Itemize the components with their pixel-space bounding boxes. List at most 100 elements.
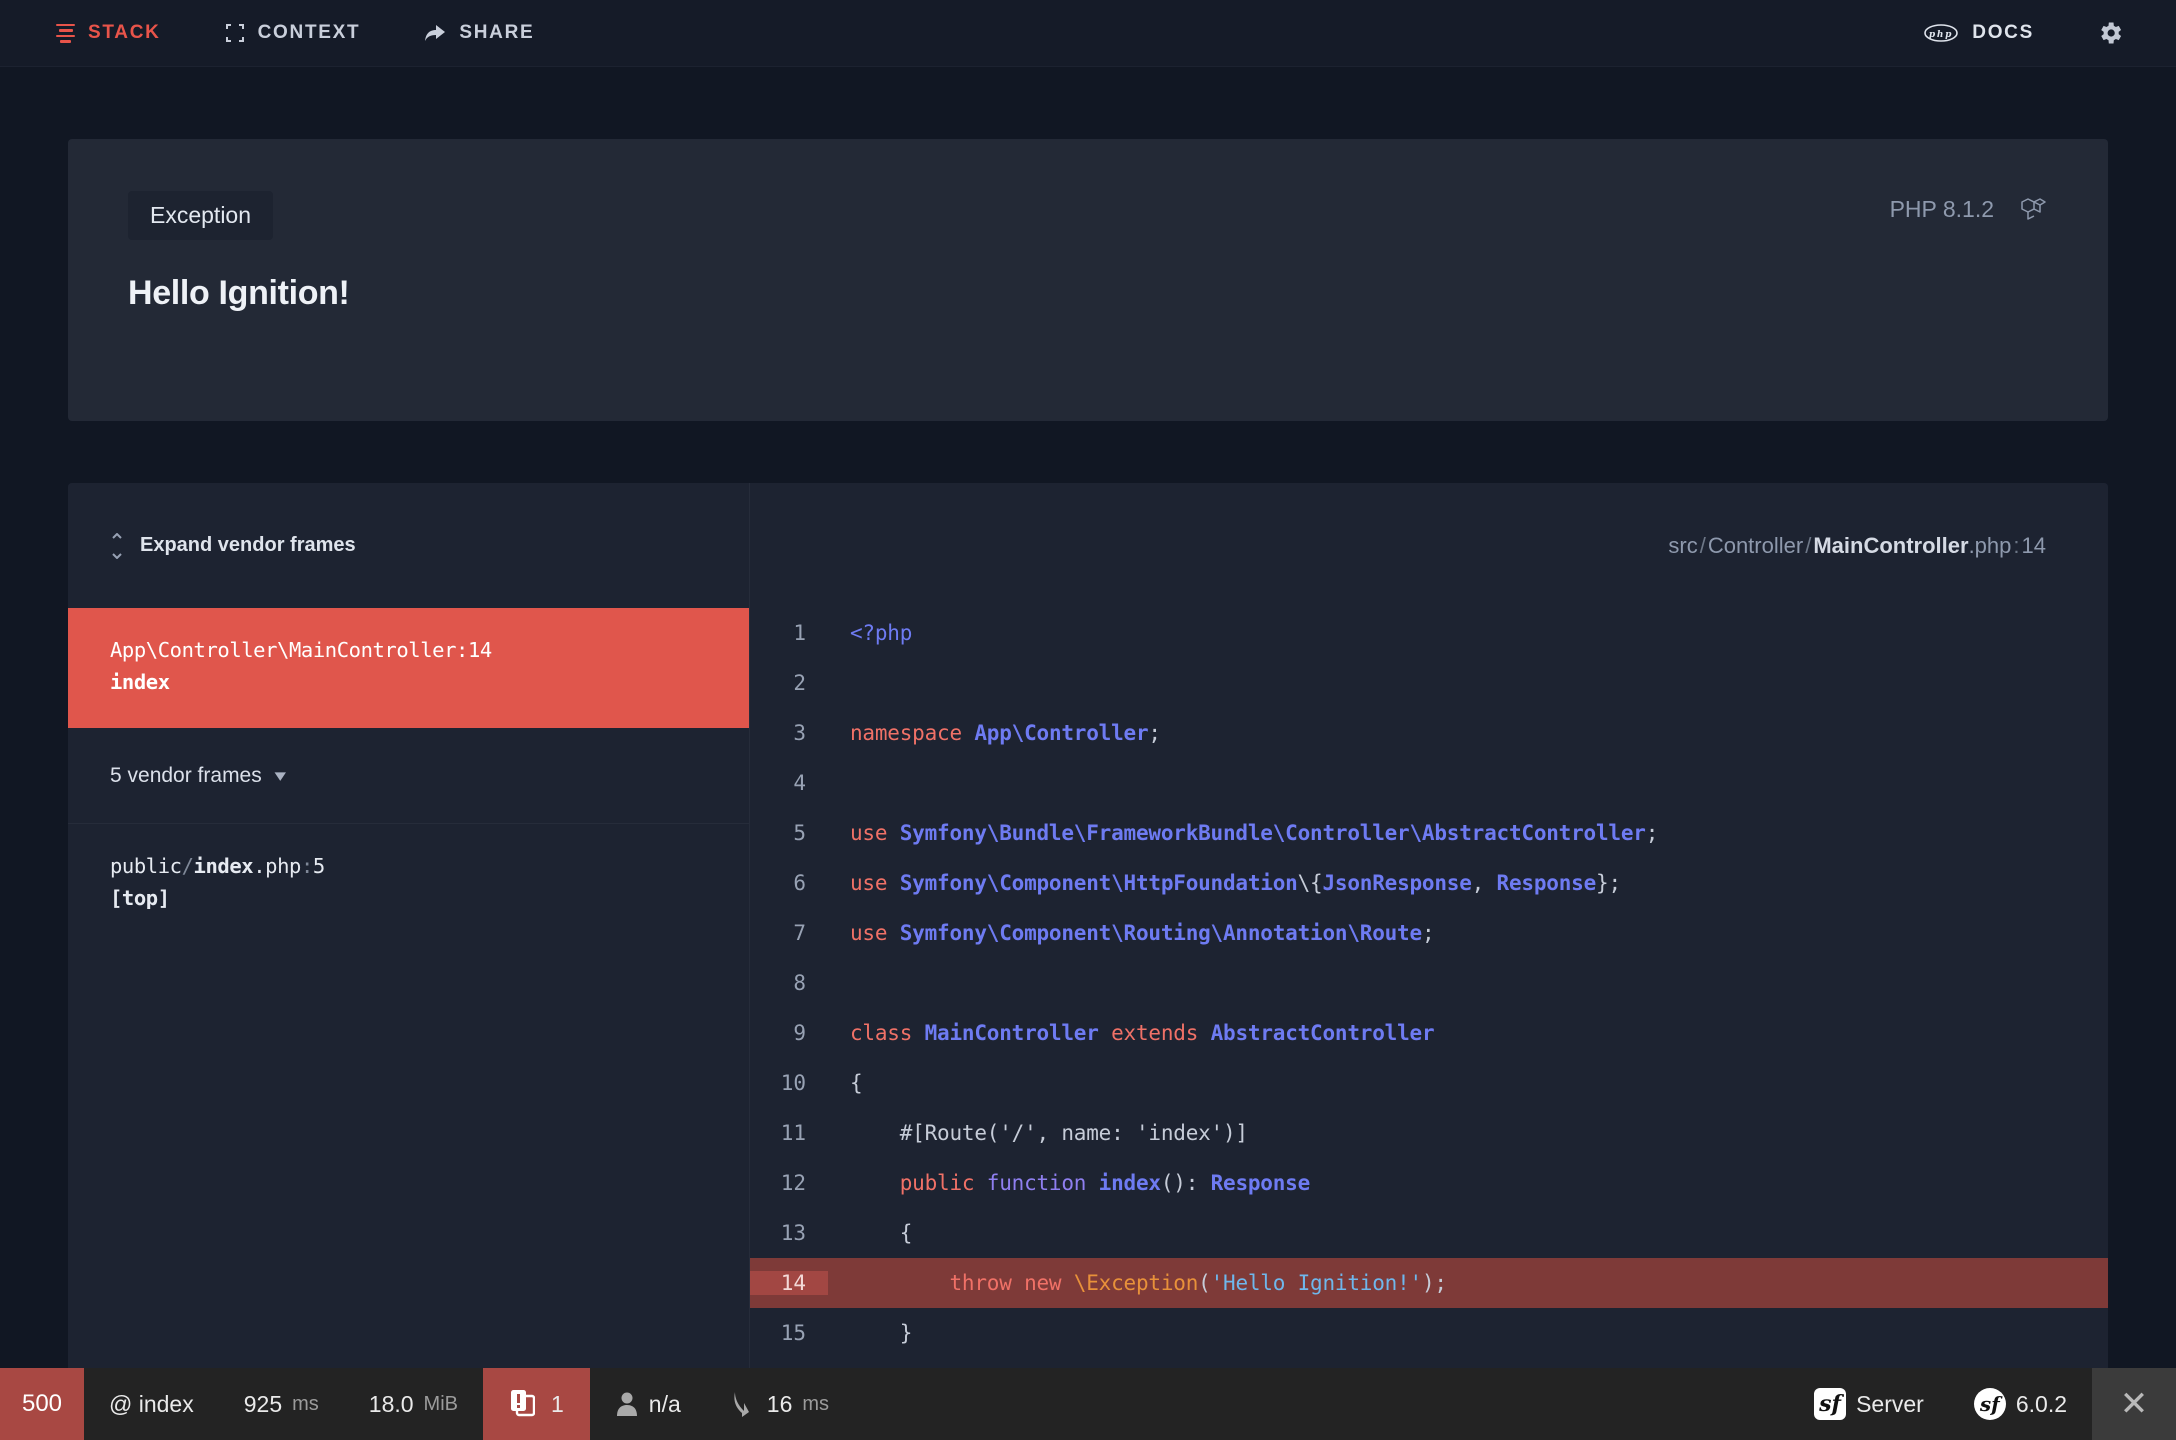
nav-tab-context-label: CONTEXT: [258, 22, 361, 44]
code-token: ():: [1161, 1171, 1211, 1195]
vendor-frames-group-toggle[interactable]: 5 vendor frames ▾: [68, 728, 749, 824]
up-down-chevron-icon: [110, 533, 124, 559]
code-line: 9class MainController extends AbstractCo…: [750, 1008, 2108, 1058]
source-code-listing[interactable]: 1<?php23namespace App\Controller;45use S…: [750, 608, 2108, 1393]
breadcrumb[interactable]: src/Controller/MainController.php:14: [1668, 533, 2046, 559]
code-token: public: [850, 1171, 987, 1195]
code-line-text: {: [828, 1221, 912, 1245]
exception-type-badge: Exception: [128, 191, 273, 240]
code-token: #[Route('/', name: 'index')]: [850, 1121, 1248, 1145]
code-token: Symfony\Component\HttpFoundation: [900, 871, 1298, 895]
source-file-breadcrumb-row: src/Controller/MainController.php:14: [750, 483, 2108, 608]
stack-frame-public-index[interactable]: public/index.php:5 [top]: [68, 824, 749, 944]
code-token: index: [1099, 1171, 1161, 1195]
expand-vendor-frames-label: Expand vendor frames: [140, 534, 356, 557]
stack-frame-function: index: [110, 670, 707, 694]
stack-frame-path: public/index.php:5: [110, 854, 707, 878]
chevron-down-icon: ▾: [274, 766, 286, 786]
error-count: 1: [551, 1391, 564, 1418]
close-toolbar-button[interactable]: ✕: [2092, 1368, 2176, 1440]
docs-link[interactable]: php DOCS: [1924, 22, 2034, 44]
debug-status-bar: 500 @ index 925 ms 18.0 MiB 1 n/a: [0, 1368, 2176, 1440]
hook-value: 16: [767, 1391, 793, 1418]
code-line-text: public function index(): Response: [828, 1171, 1310, 1195]
code-line: 4: [750, 758, 2108, 808]
nav-tab-stack-label: STACK: [88, 22, 161, 44]
code-line-text: {: [828, 1071, 862, 1095]
code-line-text: namespace App\Controller;: [828, 721, 1161, 745]
nav-right-group: php DOCS: [1924, 19, 2124, 47]
code-token: MainController: [925, 1021, 1099, 1045]
stack-frame-app-maincontroller[interactable]: App\Controller\MainController:14 index: [68, 608, 749, 728]
stack-frame-function: [top]: [110, 886, 707, 910]
breadcrumb-sep: :: [2013, 533, 2019, 558]
vendor-frames-label: 5 vendor frames: [110, 764, 262, 788]
status-hook[interactable]: 16 ms: [706, 1368, 854, 1440]
code-line: 5use Symfony\Bundle\FrameworkBundle\Cont…: [750, 808, 2108, 858]
main-content-split: Expand vendor frames App\Controller\Main…: [68, 483, 2108, 1393]
code-line-text: use Symfony\Component\Routing\Annotation…: [828, 921, 1434, 945]
svg-text:php: php: [1929, 30, 1953, 40]
user-value: n/a: [649, 1391, 681, 1418]
code-token: ;: [1646, 821, 1658, 845]
code-line: 15 }: [750, 1308, 2108, 1358]
nav-tab-context[interactable]: CONTEXT: [225, 22, 361, 44]
status-code-badge[interactable]: 500: [0, 1368, 84, 1440]
code-token: throw new: [850, 1271, 1074, 1295]
code-line-text: use Symfony\Component\HttpFoundation\{Js…: [828, 871, 1621, 895]
source-code-column: src/Controller/MainController.php:14 1<?…: [750, 483, 2108, 1393]
breadcrumb-sep: /: [1805, 533, 1811, 558]
breadcrumb-file: MainController: [1813, 533, 1968, 558]
code-token: function: [987, 1171, 1099, 1195]
code-line-number: 6: [750, 871, 828, 895]
code-token: 'Hello Ignition!': [1211, 1271, 1422, 1295]
status-server[interactable]: sf Server: [1789, 1368, 1949, 1440]
status-memory[interactable]: 18.0 MiB: [344, 1368, 483, 1440]
status-version[interactable]: sf 6.0.2: [1949, 1368, 2092, 1440]
status-route[interactable]: @ index: [84, 1368, 219, 1440]
code-line: 2: [750, 658, 2108, 708]
status-duration[interactable]: 925 ms: [219, 1368, 344, 1440]
symfony-square-icon: sf: [1814, 1388, 1846, 1420]
exclamation-pages-icon: [509, 1389, 535, 1419]
code-token: Symfony\Bundle\FrameworkBundle\Controlle…: [900, 821, 1646, 845]
code-line-number: 11: [750, 1121, 828, 1145]
code-line-number: 2: [750, 671, 828, 695]
code-line: 6use Symfony\Component\HttpFoundation\{J…: [750, 858, 2108, 908]
code-line: 13 {: [750, 1208, 2108, 1258]
code-token: Response: [1497, 871, 1596, 895]
close-icon: ✕: [2120, 1384, 2149, 1424]
code-token: }: [850, 1321, 912, 1345]
code-line-number: 9: [750, 1021, 828, 1045]
code-line-number: 15: [750, 1321, 828, 1345]
duration-value: 925: [244, 1391, 282, 1418]
code-token: };: [1596, 871, 1621, 895]
nav-tab-share[interactable]: SHARE: [424, 22, 534, 44]
server-label: Server: [1856, 1391, 1924, 1418]
expand-vendor-frames-button[interactable]: Expand vendor frames: [68, 483, 749, 608]
status-user[interactable]: n/a: [590, 1368, 706, 1440]
code-line-text: #[Route('/', name: 'index')]: [828, 1121, 1248, 1145]
route-label: @ index: [109, 1391, 194, 1418]
code-line: 7use Symfony\Component\Routing\Annotatio…: [750, 908, 2108, 958]
code-token: use: [850, 921, 900, 945]
code-token: ,: [1472, 871, 1497, 895]
code-line-number: 5: [750, 821, 828, 845]
code-token: \Exception: [1074, 1271, 1198, 1295]
code-line-number: 4: [750, 771, 828, 795]
nav-tab-stack[interactable]: STACK: [56, 22, 161, 44]
code-line-number: 13: [750, 1221, 828, 1245]
gear-icon[interactable]: [2096, 19, 2124, 47]
version-label: 6.0.2: [2016, 1391, 2067, 1418]
code-line-number: 1: [750, 621, 828, 645]
exception-message-title: Hello Ignition!: [128, 274, 2048, 313]
code-token: AbstractController: [1211, 1021, 1435, 1045]
code-line-number: 14: [750, 1271, 828, 1295]
breadcrumb-dir1: src: [1668, 533, 1697, 558]
stack-icon: [56, 24, 75, 43]
status-errors[interactable]: 1: [483, 1368, 590, 1440]
code-token: ;: [1422, 921, 1434, 945]
code-token: ;: [1148, 721, 1160, 745]
code-line: 8: [750, 958, 2108, 1008]
code-line-number: 3: [750, 721, 828, 745]
